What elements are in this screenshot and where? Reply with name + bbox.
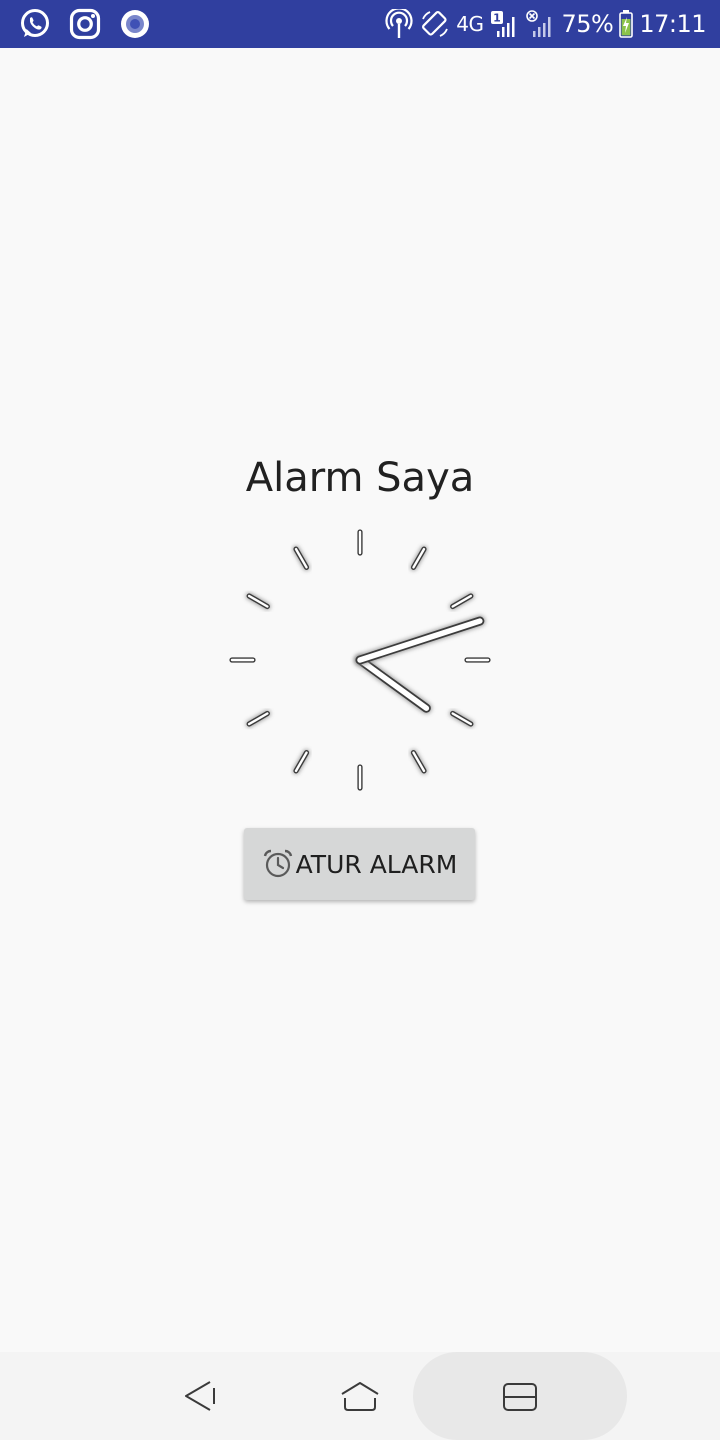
status-bar: 4G 1 75% 17:11 xyxy=(0,0,720,48)
clock-time: 17:11 xyxy=(639,10,706,38)
clock-tick xyxy=(245,710,271,728)
clock-tick xyxy=(449,710,475,728)
clock-hour-hand xyxy=(354,654,432,714)
sim-badge: 1 xyxy=(494,12,502,25)
home-icon[interactable] xyxy=(338,1374,382,1418)
alarm-clock-icon xyxy=(263,849,292,878)
set-alarm-label: ATUR ALARM xyxy=(295,849,458,879)
auto-rotate-icon xyxy=(422,11,449,37)
battery-percent: 75% xyxy=(561,10,614,38)
analog-clock xyxy=(228,528,492,792)
hotspot-icon xyxy=(385,9,413,38)
clock-hands xyxy=(354,615,486,714)
battery-charging-icon xyxy=(619,10,634,38)
back-icon[interactable] xyxy=(178,1374,222,1418)
clock-tick xyxy=(245,592,271,610)
system-status: 4G 1 75% 17:11 xyxy=(384,0,706,48)
clock-tick xyxy=(410,545,428,571)
whatsapp-icon xyxy=(21,9,49,37)
page-title: Alarm Saya xyxy=(245,455,475,501)
clock-tick xyxy=(449,592,475,610)
network-type: 4G xyxy=(456,12,484,36)
circle-record-icon xyxy=(121,10,149,38)
notification-icons xyxy=(18,7,152,41)
recents-icon[interactable] xyxy=(498,1374,542,1418)
clock-minute-hand xyxy=(354,615,486,666)
clock-tick xyxy=(292,545,310,571)
clock-tick xyxy=(292,749,310,775)
signal-sim1-icon: 1 xyxy=(491,11,515,37)
signal-sim2-no-service-icon xyxy=(526,10,551,37)
clock-tick xyxy=(410,749,428,775)
set-alarm-button[interactable]: ATUR ALARM xyxy=(244,828,475,900)
navigation-bar xyxy=(0,1352,720,1440)
instagram-icon xyxy=(69,8,101,40)
